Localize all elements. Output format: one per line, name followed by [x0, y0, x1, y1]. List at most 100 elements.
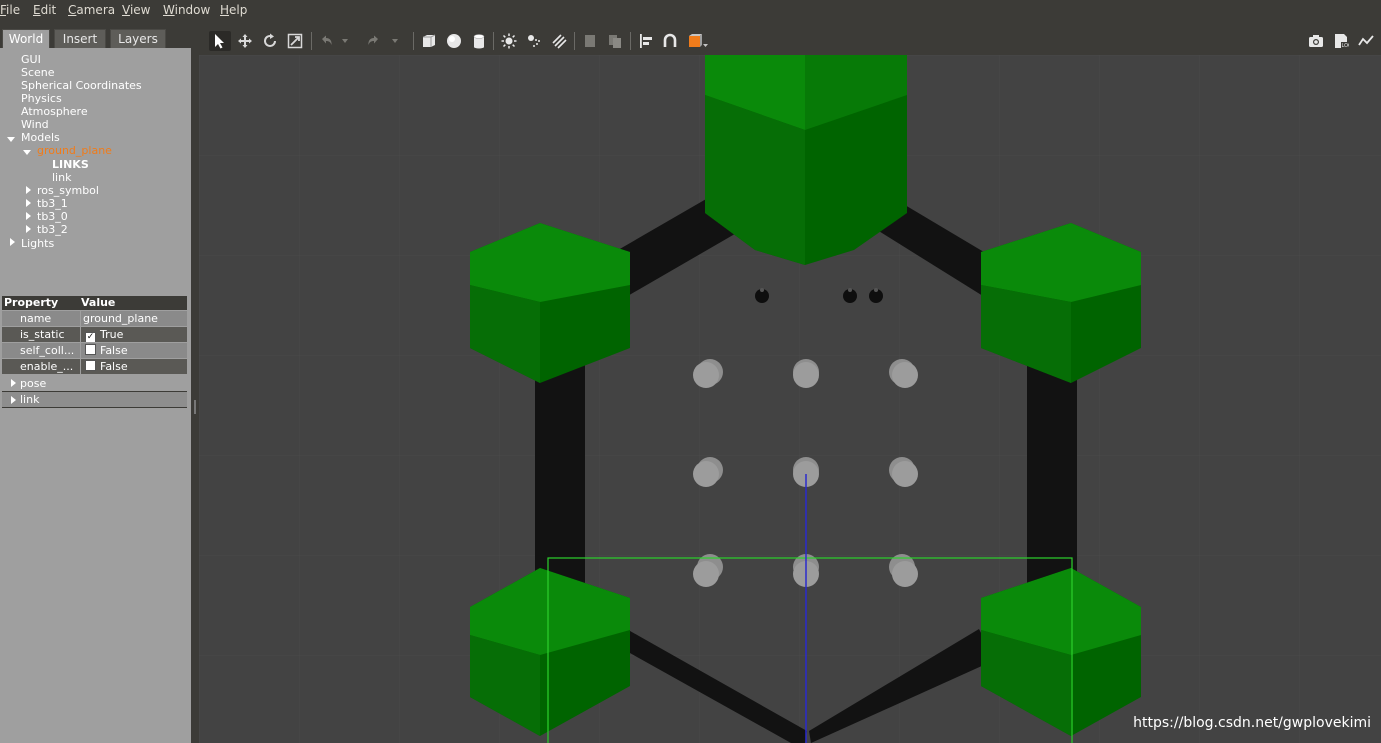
property-row-self-collide[interactable]: self_coll... False: [2, 343, 187, 358]
property-row-enable-wind[interactable]: enable_... False: [2, 359, 187, 374]
left-panel-tabs: World Insert Layers: [0, 27, 191, 48]
tree-item-gui[interactable]: GUI: [21, 53, 41, 66]
property-value-cell[interactable]: False: [81, 343, 187, 358]
value-column-header: Value: [81, 296, 116, 309]
menu-view[interactable]: View: [122, 3, 150, 17]
3d-viewport[interactable]: https://blog.csdn.net/gwplovekimi: [199, 55, 1381, 743]
green-block-top[interactable]: [705, 55, 907, 265]
property-row-name[interactable]: name ground_plane: [2, 311, 187, 326]
toolbar-separator: [413, 32, 414, 50]
property-value: False: [100, 360, 128, 373]
tree-item-lights[interactable]: Lights: [21, 237, 54, 250]
rotate-mode-icon[interactable]: [259, 31, 281, 51]
tab-world[interactable]: World: [2, 29, 50, 48]
scale-mode-icon[interactable]: [284, 31, 306, 51]
checkbox-unchecked-icon[interactable]: [85, 360, 96, 371]
view-angle-icon[interactable]: [685, 31, 711, 51]
expand-ros-symbol-icon[interactable]: [26, 186, 31, 194]
snap-icon[interactable]: [659, 31, 681, 51]
property-key: self_coll...: [2, 343, 80, 358]
splitter-grip[interactable]: [194, 400, 196, 414]
undo-icon[interactable]: [315, 31, 337, 51]
property-value[interactable]: ground_plane: [81, 311, 187, 326]
property-value-cell[interactable]: ✓ True: [81, 327, 187, 342]
property-key: is_static: [2, 327, 80, 342]
tree-item-atmosphere[interactable]: Atmosphere: [21, 105, 88, 118]
watermark-text: https://blog.csdn.net/gwplovekimi: [1133, 715, 1371, 731]
log-icon[interactable]: LOG: [1330, 31, 1352, 51]
copy-icon[interactable]: [579, 31, 601, 51]
tree-item-tb3-1[interactable]: tb3_1: [37, 197, 68, 210]
property-group-label: link: [20, 393, 40, 406]
property-key: name: [2, 311, 80, 326]
menu-edit[interactable]: Edit: [33, 3, 56, 17]
point-light-icon[interactable]: [498, 31, 520, 51]
expand-ground-plane-icon[interactable]: [23, 150, 31, 155]
property-key: enable_...: [2, 359, 80, 374]
property-table-header: Property Value: [2, 296, 187, 310]
directional-light-icon[interactable]: [548, 31, 570, 51]
plot-icon[interactable]: [1355, 31, 1377, 51]
expand-tb3-2-icon[interactable]: [26, 225, 31, 233]
menu-help[interactable]: Help: [220, 3, 247, 17]
svg-text:LOG: LOG: [1342, 43, 1350, 49]
tree-item-spherical-coordinates[interactable]: Spherical Coordinates: [21, 79, 142, 92]
align-icon[interactable]: [635, 31, 657, 51]
redo-history-icon[interactable]: [389, 31, 401, 51]
translate-mode-icon[interactable]: [234, 31, 256, 51]
expand-models-icon[interactable]: [7, 137, 15, 142]
spot-light-icon[interactable]: [523, 31, 545, 51]
sphere-shape-icon[interactable]: [443, 31, 465, 51]
tree-item-wind[interactable]: Wind: [21, 118, 49, 131]
redo-icon[interactable]: [363, 31, 385, 51]
select-mode-icon[interactable]: [209, 31, 231, 51]
undo-history-icon[interactable]: [339, 31, 351, 51]
box-shape-icon[interactable]: [418, 31, 440, 51]
panel-splitter[interactable]: [191, 27, 199, 743]
tree-item-ros-symbol[interactable]: ros_symbol: [37, 184, 99, 197]
expand-lights-icon[interactable]: [10, 238, 15, 246]
tree-item-tb3-2[interactable]: tb3_2: [37, 223, 68, 236]
menu-bar: File Edit Camera View Window Help: [0, 0, 1381, 20]
property-group-pose[interactable]: pose: [2, 376, 187, 391]
robot-sensor: [760, 288, 764, 292]
tree-item-models[interactable]: Models: [21, 131, 60, 144]
toolbar: LOG: [199, 27, 1381, 55]
wall-left[interactable]: [535, 355, 585, 595]
tree-item-scene[interactable]: Scene: [21, 66, 55, 79]
tree-item-ground-plane[interactable]: ground_plane: [37, 144, 112, 157]
toolbar-separator: [630, 32, 631, 50]
property-value: True: [100, 328, 124, 341]
pillar[interactable]: [793, 359, 819, 388]
property-value: False: [100, 344, 128, 357]
tree-item-tb3-0[interactable]: tb3_0: [37, 210, 68, 223]
tab-layers[interactable]: Layers: [110, 29, 166, 48]
expand-tb3-0-icon[interactable]: [26, 212, 31, 220]
robot-sensor: [848, 288, 852, 292]
checkbox-unchecked-icon[interactable]: [85, 344, 96, 355]
tree-item-link[interactable]: link: [52, 171, 71, 184]
toolbar-separator: [493, 32, 494, 50]
paste-icon[interactable]: [604, 31, 626, 51]
expand-tb3-1-icon[interactable]: [26, 199, 31, 207]
toolbar-separator: [574, 32, 575, 50]
tree-links-header: LINKS: [52, 158, 89, 171]
menu-file[interactable]: File: [0, 3, 20, 17]
property-column-header: Property: [4, 296, 59, 309]
property-value-cell[interactable]: False: [81, 359, 187, 374]
cylinder-shape-icon[interactable]: [468, 31, 490, 51]
property-row-is-static[interactable]: is_static ✓ True: [2, 327, 187, 342]
toolbar-separator: [311, 32, 312, 50]
screenshot-icon[interactable]: [1305, 31, 1327, 51]
property-group-label: pose: [20, 377, 47, 390]
property-group-link[interactable]: link: [2, 391, 187, 408]
menu-camera[interactable]: Camera: [68, 3, 115, 17]
expand-link-icon[interactable]: [11, 396, 16, 404]
tab-insert[interactable]: Insert: [54, 29, 106, 48]
expand-pose-icon[interactable]: [11, 379, 16, 387]
scene-render[interactable]: [199, 55, 1381, 743]
tree-item-physics[interactable]: Physics: [21, 92, 62, 105]
wall-right[interactable]: [1027, 355, 1077, 595]
checkbox-checked-icon[interactable]: ✓: [85, 332, 96, 342]
menu-window[interactable]: Window: [163, 3, 210, 17]
